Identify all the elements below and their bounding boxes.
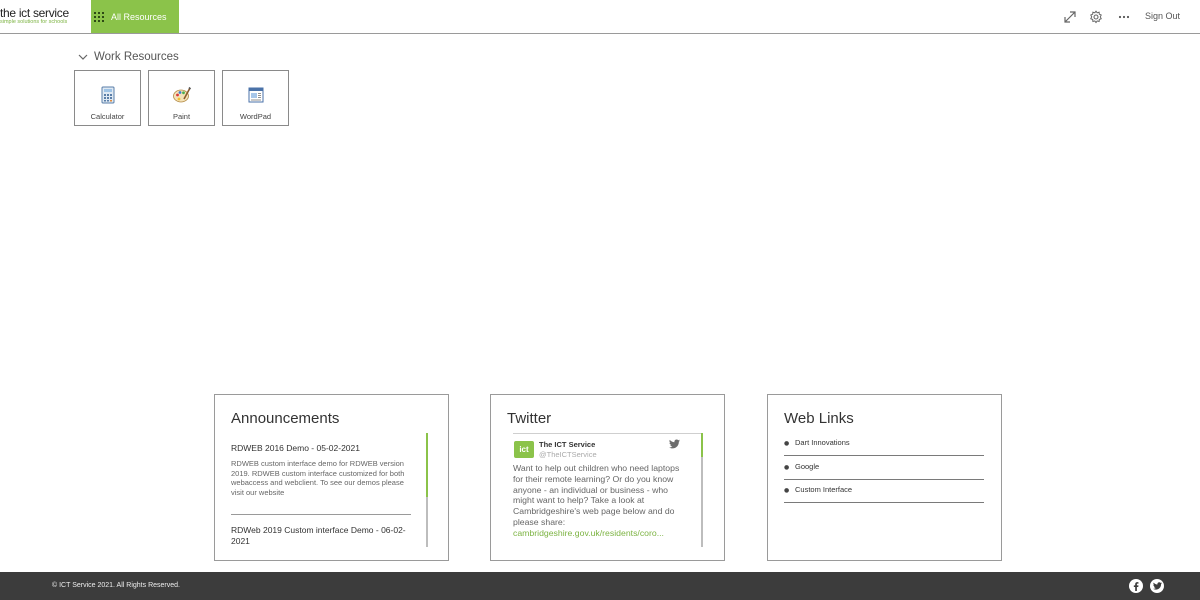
- web-links-panel: Web Links ● Dart Innovations ● Google ● …: [767, 394, 1002, 561]
- web-link-item[interactable]: ● Dart Innovations: [784, 433, 984, 456]
- sign-out-link[interactable]: Sign Out: [1145, 11, 1180, 21]
- facebook-icon[interactable]: [1129, 579, 1143, 593]
- more-icon[interactable]: [1117, 10, 1131, 24]
- gear-icon[interactable]: [1089, 10, 1103, 24]
- footer: © ICT Service 2021. All Rights Reserved.: [0, 572, 1200, 600]
- wordpad-icon: [248, 87, 264, 103]
- tweet-body: Want to help out children who need lapto…: [513, 463, 680, 527]
- scrollbar-thumb[interactable]: [701, 433, 703, 457]
- web-link-label: Dart Innovations: [795, 438, 850, 447]
- work-resources-title: Work Resources: [94, 51, 179, 63]
- tweet-text: Want to help out children who need lapto…: [513, 463, 683, 539]
- paint-palette-icon: [173, 86, 191, 103]
- account-handle[interactable]: @TheICTService: [539, 450, 597, 459]
- announcement-title[interactable]: RDWeb 2019 Custom interface Demo - 06-02…: [231, 525, 411, 547]
- twitter-icon[interactable]: [1150, 579, 1164, 593]
- app-tile-calculator[interactable]: Calculator: [74, 70, 141, 126]
- announcement-title[interactable]: RDWEB 2016 Demo - 05-02-2021: [231, 443, 411, 454]
- twitter-bird-icon[interactable]: [669, 439, 680, 449]
- all-resources-label: All Resources: [111, 11, 167, 22]
- calculator-icon: [101, 86, 115, 104]
- app-tile-wordpad[interactable]: WordPad: [222, 70, 289, 126]
- app-grid-icon: [94, 11, 104, 22]
- app-label: WordPad: [239, 112, 272, 121]
- bullet: ●: [784, 440, 790, 447]
- tweet-link[interactable]: cambridgeshire.gov.uk/residents/coro...: [513, 528, 664, 538]
- twitter-title: Twitter: [507, 410, 552, 427]
- chevron-down-icon: [78, 54, 88, 60]
- web-link-item[interactable]: ● Google: [784, 457, 984, 480]
- web-link-label: Google: [795, 462, 820, 471]
- top-bar: the ict service simple solutions for sch…: [0, 0, 1200, 34]
- announcements-panel: Announcements RDWEB 2016 Demo - 05-02-20…: [214, 394, 449, 561]
- scrollbar-thumb[interactable]: [426, 433, 428, 497]
- divider: [513, 433, 701, 434]
- all-resources-button[interactable]: All Resources: [91, 0, 179, 33]
- copyright-text: © ICT Service 2021. All Rights Reserved.: [52, 582, 180, 589]
- divider: [231, 514, 411, 515]
- twitter-panel: Twitter ict The ICT Service @TheICTServi…: [490, 394, 725, 561]
- web-links-title: Web Links: [784, 410, 854, 427]
- web-link-label: Custom Interface: [795, 485, 853, 494]
- app-label: Paint: [172, 112, 191, 121]
- web-link-item[interactable]: ● Custom Interface: [784, 480, 984, 503]
- account-name[interactable]: The ICT Service: [539, 440, 595, 449]
- announcements-title: Announcements: [231, 410, 340, 427]
- avatar[interactable]: ict: [514, 441, 534, 458]
- work-resources-header[interactable]: Work Resources: [78, 51, 179, 63]
- announcement-text: RDWEB custom interface demo for RDWEB ve…: [231, 459, 405, 497]
- expand-icon[interactable]: [1063, 10, 1077, 24]
- logo-text: the ict service: [0, 6, 69, 20]
- bullet: ●: [784, 487, 790, 494]
- app-tile-paint[interactable]: Paint: [148, 70, 215, 126]
- app-label: Calculator: [90, 112, 125, 121]
- logo[interactable]: the ict service simple solutions for sch…: [0, 7, 88, 29]
- logo-tagline: simple solutions for schools: [0, 19, 68, 25]
- bullet: ●: [784, 464, 790, 471]
